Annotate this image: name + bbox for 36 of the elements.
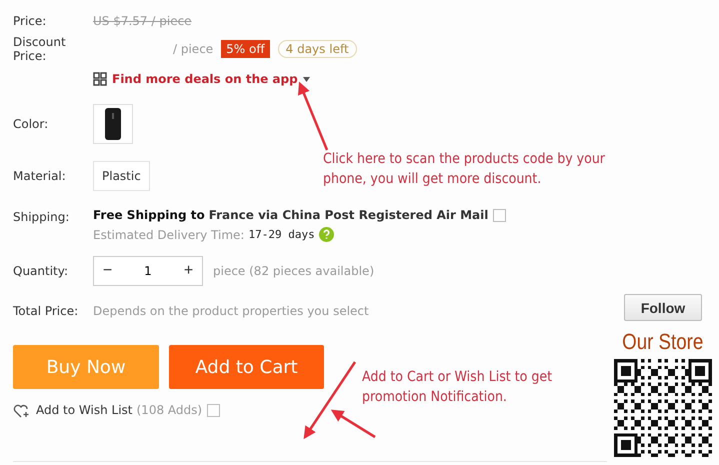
material-option[interactable]: Plastic	[93, 161, 150, 191]
delivery-label: Estimated Delivery Time:	[93, 228, 244, 242]
heart-plus-icon	[13, 402, 31, 418]
store-title: Our Store	[622, 329, 704, 355]
time-left-badge: 4 days left	[278, 40, 357, 58]
shipping-lead: Free Shipping to	[93, 208, 205, 222]
quantity-stepper: − 1 +	[93, 256, 203, 286]
delivery-time: 17-29 days	[248, 228, 315, 241]
original-price: US $7.57 / piece	[93, 14, 192, 28]
stock-note: piece (82 pieces available)	[213, 264, 374, 278]
field-label: Shipping:	[13, 209, 70, 224]
discount-badge: 5% off	[221, 40, 270, 58]
qr-icon	[93, 72, 107, 86]
decrease-button[interactable]: −	[94, 257, 121, 285]
field-label: Quantity:	[13, 264, 70, 278]
field-label: Total Price:	[13, 304, 80, 318]
app-deals-link[interactable]: Find more deals on the app	[93, 72, 310, 86]
dropdown-icon[interactable]	[493, 208, 506, 222]
field-label: Price:	[13, 14, 48, 28]
shipping-method: France via China Post Registered Air Mail	[208, 208, 488, 222]
field-label: Color:	[13, 116, 50, 132]
wishlist-link[interactable]: Add to Wish List	[13, 402, 132, 418]
field-label: Discount Price:	[13, 34, 67, 64]
annotation-note: Click here to scan the products code by your phone, you will get more discount.	[323, 150, 606, 189]
color-swatch[interactable]	[93, 104, 133, 144]
total-note: Depends on the product properties you select	[93, 304, 369, 318]
increase-button[interactable]: +	[175, 257, 202, 285]
help-icon[interactable]	[318, 227, 334, 242]
annotation-arrow	[298, 82, 328, 150]
wishlist-count: (108 Adds)	[136, 403, 202, 417]
dropdown-icon[interactable]	[207, 404, 220, 416]
caret-icon	[302, 76, 310, 82]
field-label: Material:	[13, 168, 67, 184]
price-unit: / piece	[173, 42, 214, 56]
annotation-note: Add to Cart or Wish List to get promotion Notification.	[362, 368, 554, 407]
follow-button[interactable]: Follow	[624, 294, 702, 321]
